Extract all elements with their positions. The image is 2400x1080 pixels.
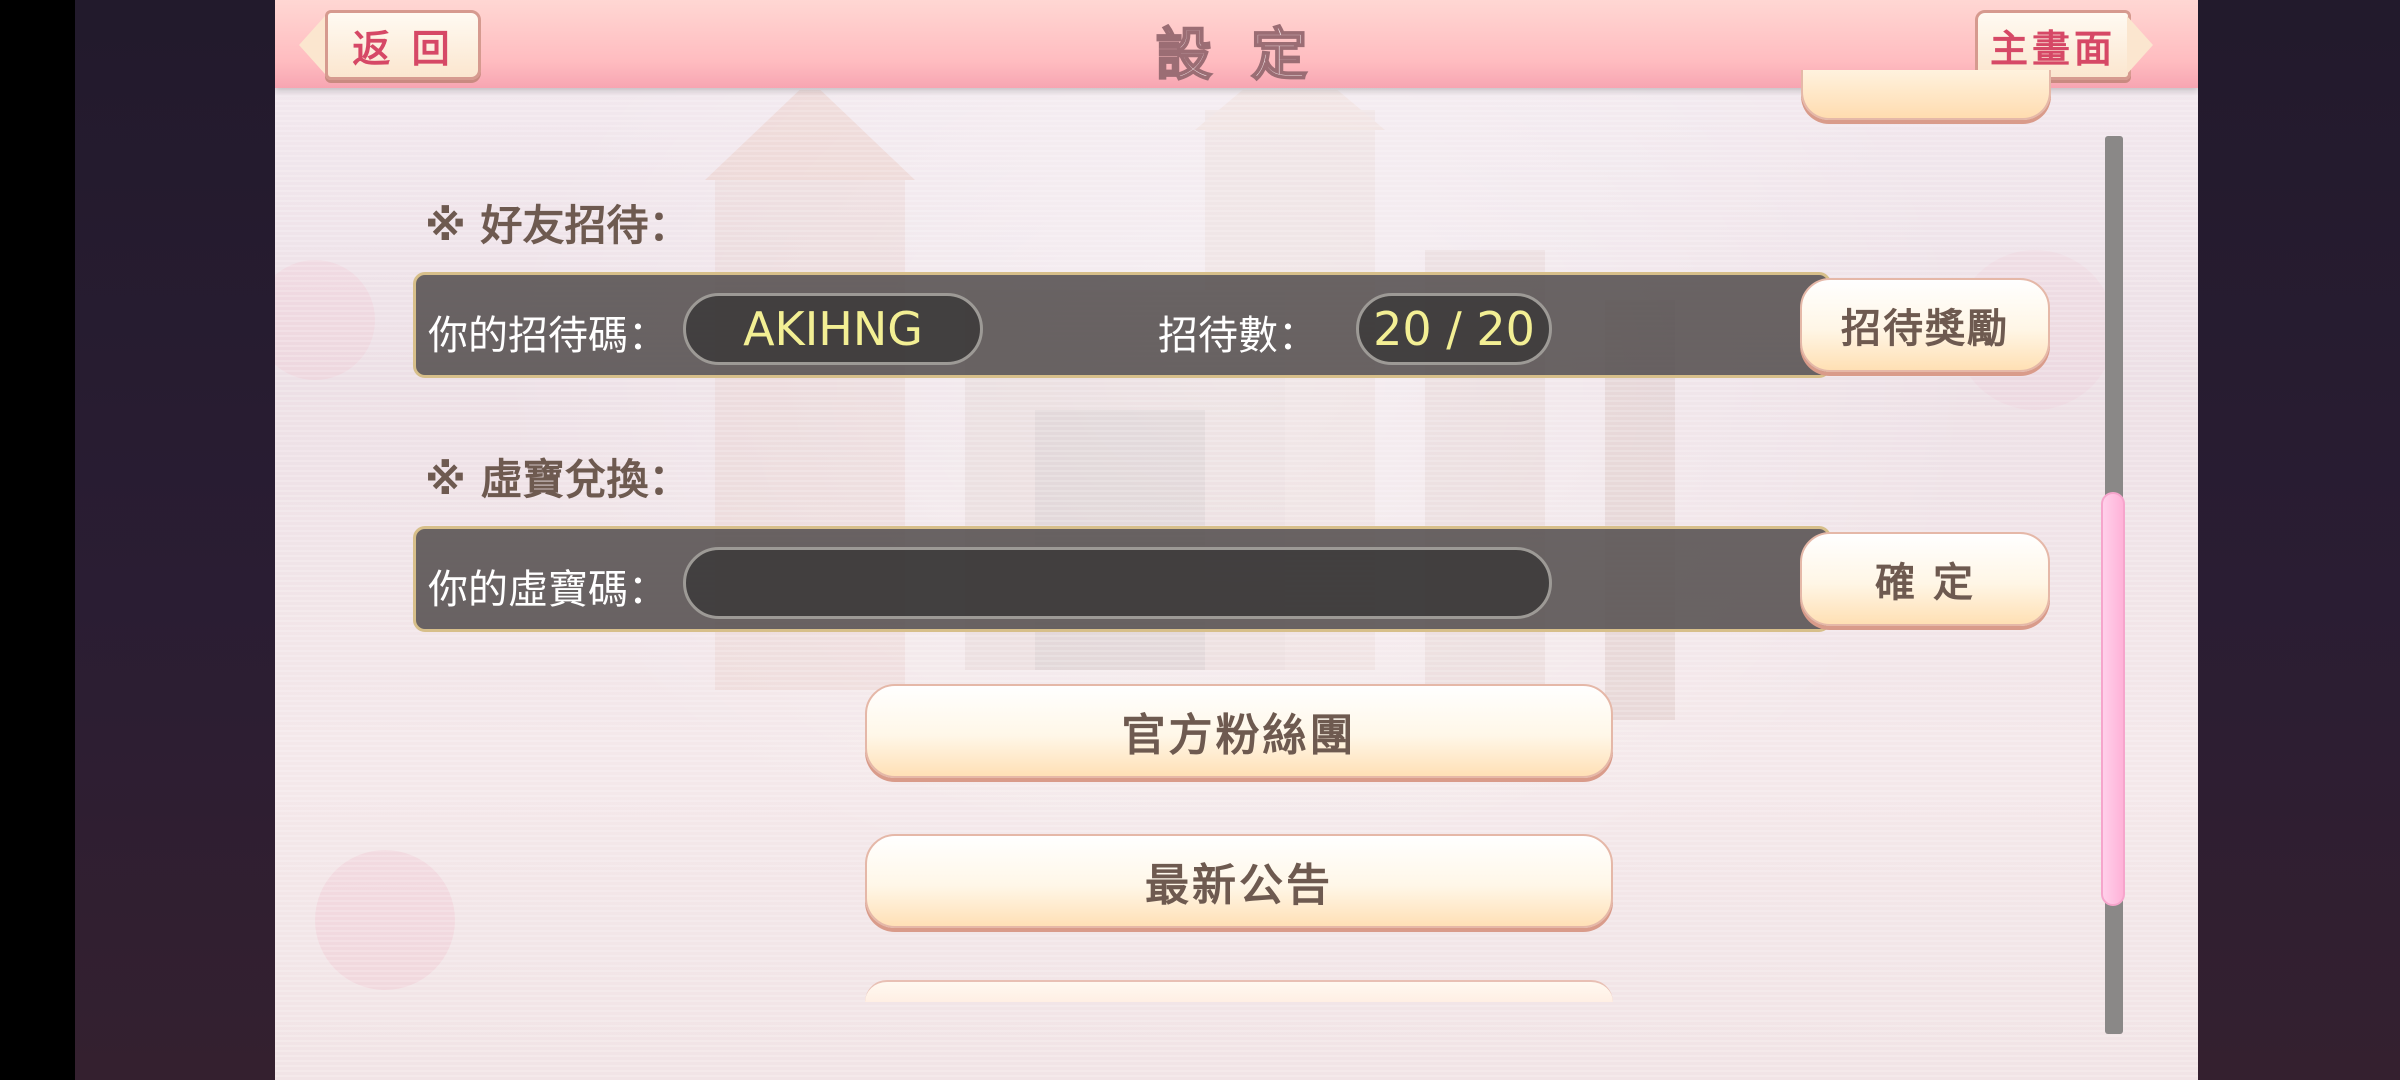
- settings-screen: 設 定 返 回 主畫面 ※ 好友招待： 你的招待碼： AKIHNG 招待數： 2…: [275, 0, 2198, 1080]
- fan-page-button[interactable]: 官方粉絲團: [865, 684, 1613, 778]
- redeem-code-input[interactable]: [683, 547, 1552, 619]
- partial-button-top[interactable]: [1801, 70, 2051, 120]
- screen: 設 定 返 回 主畫面 ※ 好友招待： 你的招待碼： AKIHNG 招待數： 2…: [0, 0, 2400, 1080]
- invite-count-field: 20 / 20: [1356, 293, 1552, 365]
- scrollbar-thumb[interactable]: [2101, 492, 2125, 906]
- back-button[interactable]: 返 回: [325, 10, 481, 80]
- friend-invite-heading: ※ 好友招待：: [425, 201, 691, 250]
- left-letterbox: [75, 0, 275, 1080]
- partial-button-bottom[interactable]: [865, 980, 1613, 1002]
- friend-invite-panel: 你的招待碼： AKIHNG 招待數： 20 / 20: [413, 272, 1831, 378]
- redeem-panel: 你的虛寶碼：: [413, 526, 1831, 632]
- redeem-heading: ※ 虛寶兌換：: [425, 455, 691, 504]
- right-letterbox: [2198, 0, 2400, 1080]
- invite-count-label: 招待數：: [1158, 313, 1318, 359]
- invite-code-label: 你的招待碼：: [428, 313, 668, 359]
- invite-code-field: AKIHNG: [683, 293, 983, 365]
- redeem-code-label: 你的虛寶碼：: [428, 567, 668, 613]
- invite-reward-button[interactable]: 招待獎勵: [1800, 278, 2050, 372]
- news-button[interactable]: 最新公告: [865, 834, 1613, 928]
- confirm-button[interactable]: 確 定: [1800, 532, 2050, 626]
- home-arrow-icon: [2127, 16, 2153, 74]
- back-arrow-icon: [299, 16, 325, 74]
